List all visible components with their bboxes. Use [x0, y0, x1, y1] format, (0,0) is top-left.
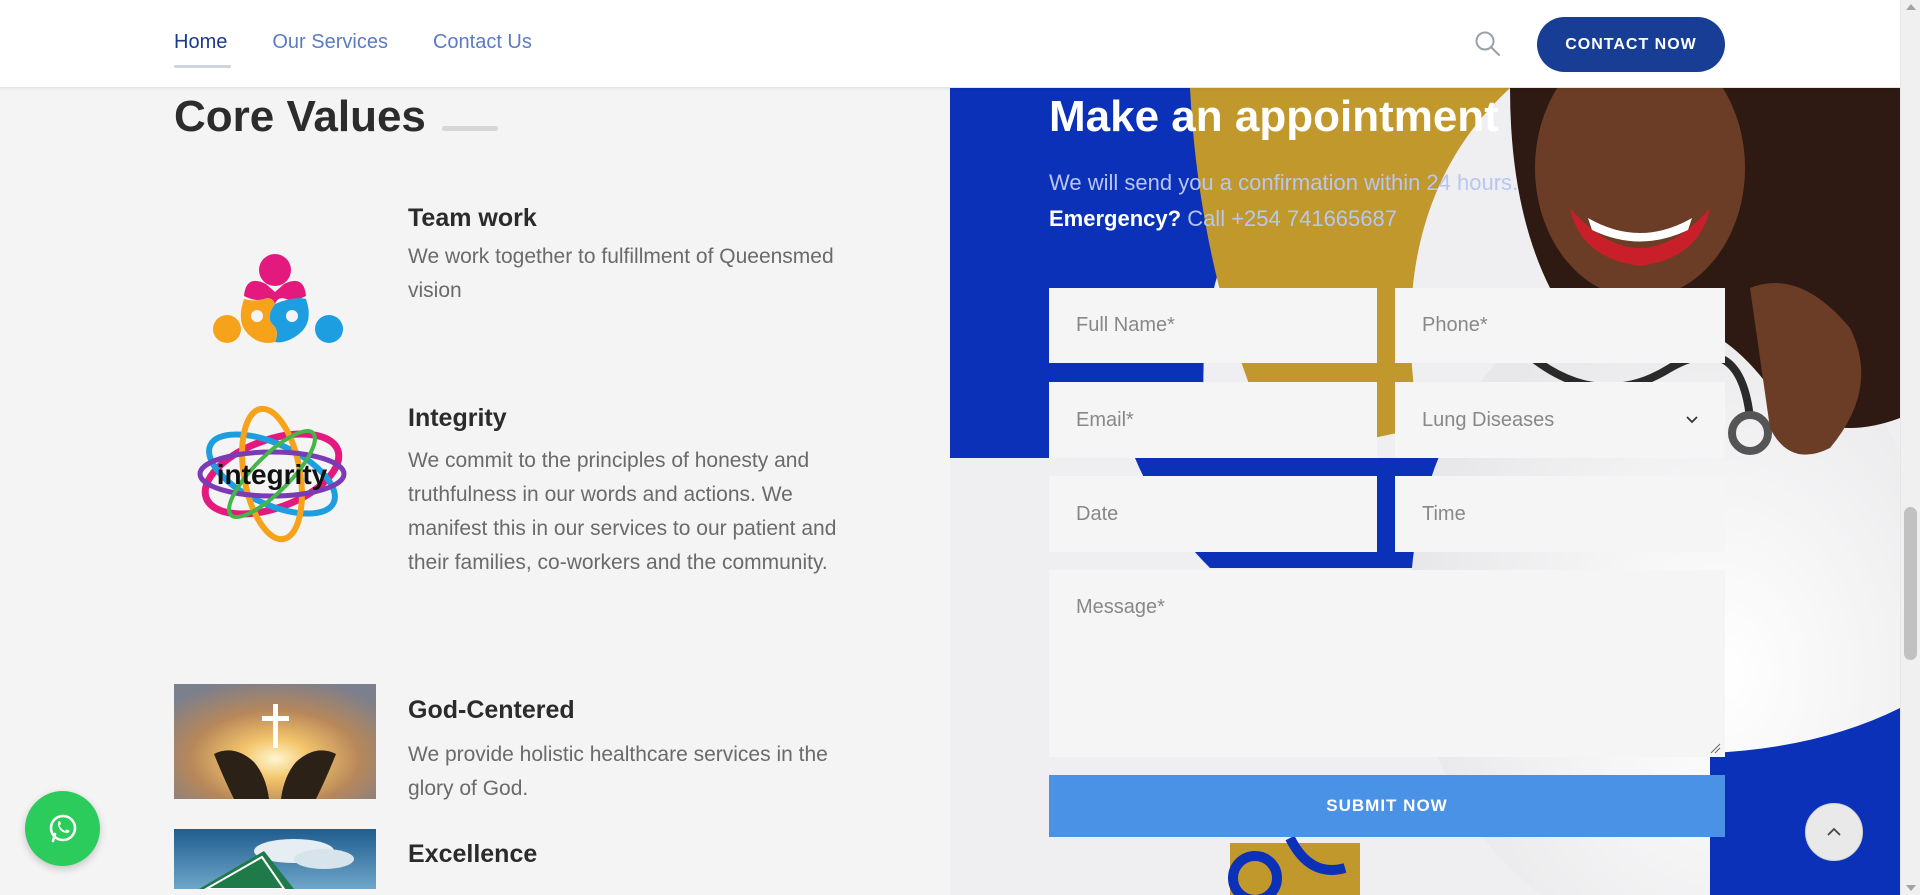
date-input[interactable]: Date	[1049, 476, 1377, 552]
date-placeholder: Date	[1076, 502, 1119, 525]
emergency-line: Emergency? Call +254 741665687	[1049, 206, 1397, 232]
scroll-up-arrow-icon[interactable]	[1906, 4, 1916, 10]
chevron-up-icon	[1827, 827, 1841, 836]
scroll-down-arrow-icon[interactable]	[1906, 885, 1916, 891]
site-header: Home Our Services Contact Us CONTACT NOW	[0, 0, 1900, 88]
time-placeholder: Time	[1422, 502, 1466, 525]
phone-placeholder: Phone*	[1422, 314, 1488, 336]
scroll-thumb[interactable]	[1904, 507, 1917, 660]
core-values-title: Core Values	[174, 92, 426, 141]
value-title: Integrity	[408, 404, 507, 432]
title-underline	[442, 126, 498, 131]
chevron-down-icon	[1686, 416, 1698, 424]
nav-our-services[interactable]: Our Services	[272, 31, 388, 68]
emergency-phone[interactable]: Call +254 741665687	[1187, 206, 1397, 231]
phone-input[interactable]: Phone*	[1395, 288, 1725, 363]
search-icon[interactable]	[1474, 30, 1502, 58]
hands-cross-photo	[174, 684, 376, 799]
appointment-subtitle: We will send you a confirmation within 2…	[1049, 170, 1519, 195]
value-text: We commit to the principles of honesty a…	[408, 449, 837, 574]
road-sign-photo	[174, 829, 376, 889]
submit-now-button[interactable]: SUBMIT NOW	[1049, 775, 1725, 837]
message-textarea[interactable]: Message*	[1049, 570, 1725, 757]
contact-now-button[interactable]: CONTACT NOW	[1537, 17, 1725, 72]
department-select[interactable]: Lung Diseases	[1395, 382, 1725, 458]
resize-handle-icon[interactable]	[1709, 742, 1721, 754]
whatsapp-icon	[49, 814, 76, 842]
integrity-logo-image: integrity	[197, 405, 347, 543]
value-title: Team work	[408, 204, 537, 232]
core-values-section: Core Values Team work We work together t…	[0, 88, 950, 895]
emergency-label: Emergency?	[1049, 206, 1182, 231]
appointment-section: Make an appointment We will send you a c…	[950, 88, 1900, 895]
email-input[interactable]: Email*	[1049, 382, 1377, 458]
full-name-placeholder: Full Name*	[1076, 314, 1175, 336]
integrity-image-text: integrity	[217, 459, 328, 490]
main-nav: Home Our Services Contact Us	[174, 31, 532, 68]
whatsapp-chat-button[interactable]	[25, 791, 100, 866]
value-title: God-Centered	[408, 696, 575, 724]
value-text: We work together to fulfillment of Queen…	[408, 245, 834, 302]
full-name-input[interactable]: Full Name*	[1049, 288, 1377, 363]
nav-contact-us[interactable]: Contact Us	[433, 31, 532, 68]
appointment-title: Make an appointment	[1049, 92, 1499, 141]
puzzle-people-icon	[213, 254, 343, 343]
value-title: Excellence	[408, 840, 538, 868]
message-placeholder: Message*	[1076, 596, 1165, 618]
back-to-top-button[interactable]	[1805, 803, 1863, 861]
department-selected-value: Lung Diseases	[1422, 408, 1555, 431]
time-input[interactable]: Time	[1395, 476, 1725, 552]
nav-home[interactable]: Home	[174, 31, 232, 68]
email-placeholder: Email*	[1076, 408, 1134, 431]
page-scrollbar[interactable]	[1900, 0, 1920, 895]
value-text: We provide holistic healthcare services …	[408, 743, 828, 800]
